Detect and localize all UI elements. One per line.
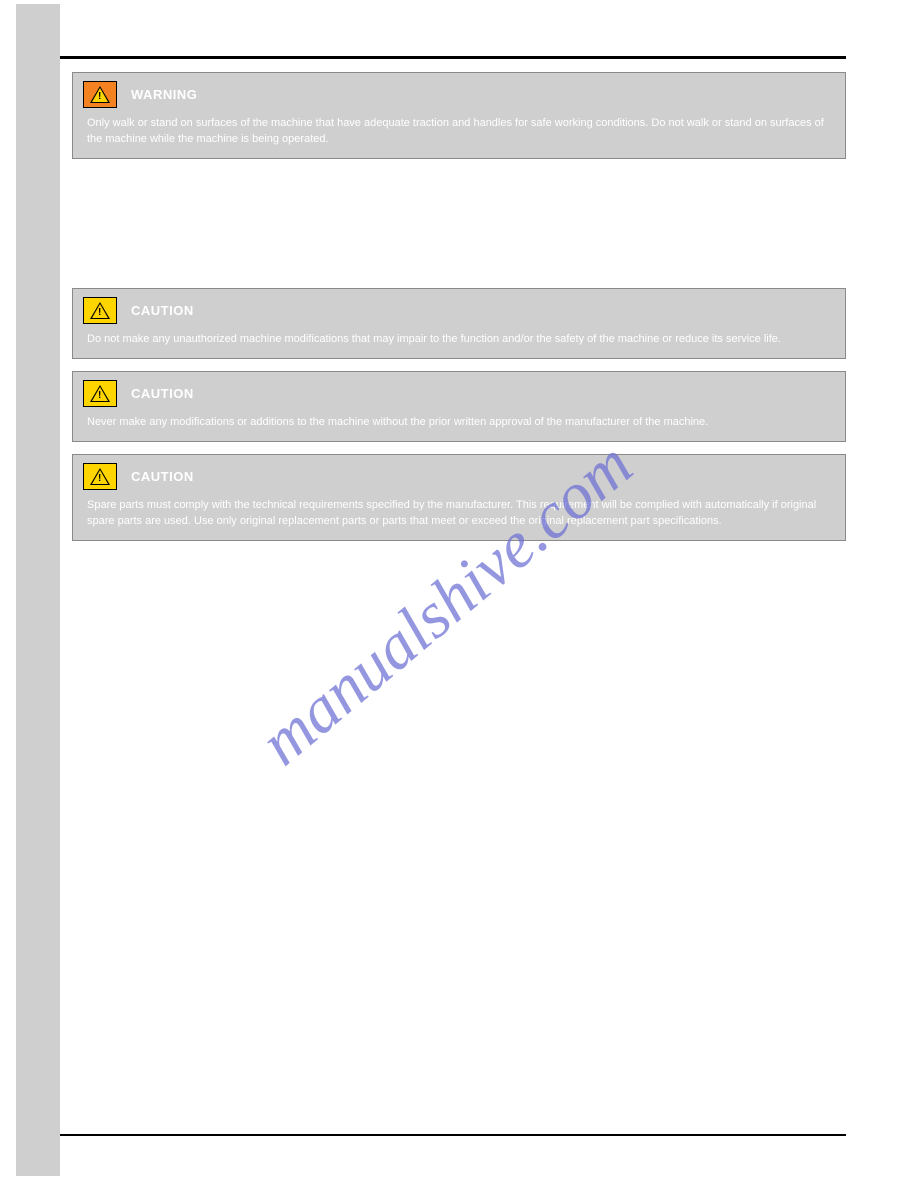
subsection-title: 1.2.1 Preliminary Procedures — [72, 222, 846, 237]
triangle-icon: ! — [90, 385, 110, 402]
header-title: Safety Rules — [754, 24, 838, 40]
caution-head-3: ! CAUTION — [83, 463, 835, 490]
header-rule — [60, 56, 846, 59]
caution-box-1: ! CAUTION Do not make any unauthorized m… — [72, 288, 846, 359]
warning-icon: ! — [83, 81, 117, 108]
procedure-item: 8. Make sure the work area around the ma… — [72, 788, 846, 805]
procedure-item: 5. Attach a DO NOT OPERATE or similar wa… — [72, 659, 846, 692]
caution-body-1: Do not make any unauthorized machine mod… — [83, 330, 835, 348]
triangle-icon: ! — [90, 86, 110, 103]
header-section: Section 1 — [72, 24, 125, 38]
footer-brand: Kalmar Rough Terrain Center 08/2011 — [643, 1148, 838, 1160]
procedure-item: 4. Remove the key. — [72, 632, 846, 649]
left-margin-bar — [16, 4, 60, 1176]
caution-body-3: Spare parts must comply with the technic… — [83, 496, 835, 530]
caution-icon: ! — [83, 297, 117, 324]
procedure-item: 9. Keep all fuel and lubricants in prope… — [72, 814, 846, 831]
body-paragraph-1: Before anyone performs any of the follow… — [72, 171, 846, 204]
caution-label: CAUTION — [131, 469, 194, 484]
caution-head-1: ! CAUTION — [83, 297, 835, 324]
page-content: ! WARNING Only walk or stand on surfaces… — [72, 72, 846, 841]
warning-body: Only walk or stand on surfaces of the ma… — [83, 114, 835, 148]
caution-icon: ! — [83, 463, 117, 490]
triangle-icon: ! — [90, 302, 110, 319]
caution-head-2: ! CAUTION — [83, 380, 835, 407]
triangle-icon: ! — [90, 468, 110, 485]
warning-label: WARNING — [131, 87, 197, 102]
caution-box-2: ! CAUTION Never make any modifications o… — [72, 371, 846, 442]
procedure-item: 6. Use the handles and steps (with anti-… — [72, 702, 846, 735]
caution-box-3: ! CAUTION Spare parts must comply with t… — [72, 454, 846, 541]
procedure-list: 1. Always park the machine on a solid, l… — [72, 553, 846, 831]
procedure-item: 3. Apply the parking brake and stop the … — [72, 606, 846, 623]
caution-body-2: Never make any modifications or addition… — [83, 413, 835, 431]
caution-label: CAUTION — [131, 386, 194, 401]
procedure-item: 2. Move the gear selector to the NEUTRAL… — [72, 579, 846, 596]
procedure-item: 1. Always park the machine on a solid, l… — [72, 553, 846, 570]
procedure-item: 7. Wear gloves, hardhats, goggles, prote… — [72, 745, 846, 778]
caution-label: CAUTION — [131, 303, 194, 318]
pre-paragraph-1: Only perform maintenance and repair proc… — [72, 245, 846, 278]
footer-page: 1 - 4 — [72, 1148, 94, 1160]
warning-head: ! WARNING — [83, 81, 835, 108]
caution-icon: ! — [83, 380, 117, 407]
warning-box: ! WARNING Only walk or stand on surfaces… — [72, 72, 846, 159]
footer-rule — [60, 1134, 846, 1136]
